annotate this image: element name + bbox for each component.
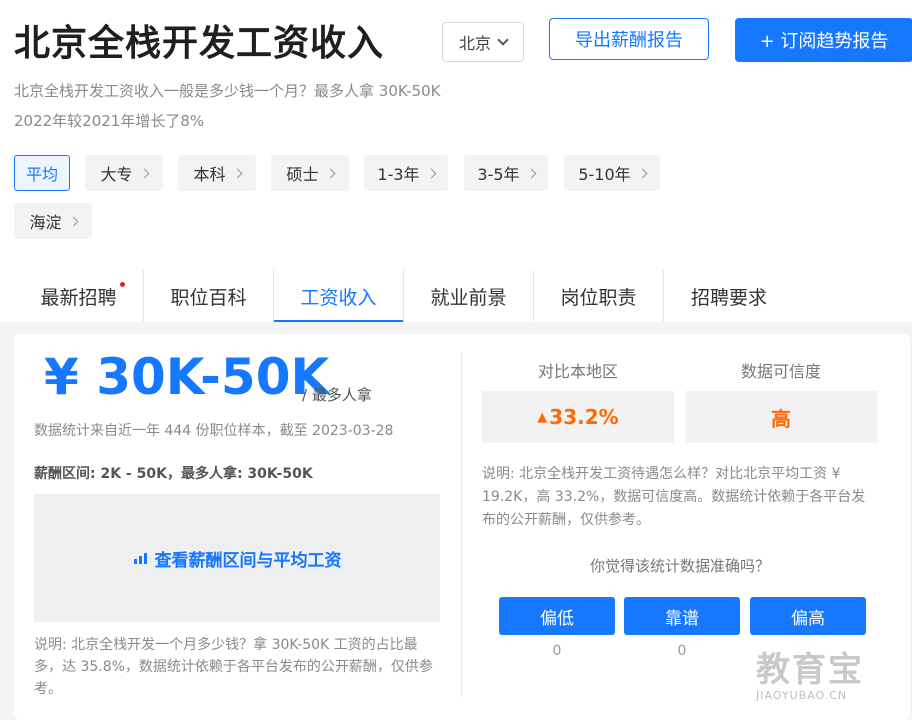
tab-bar: 最新招聘 职位百科 工资收入 就业前景 岗位职责 招聘要求 xyxy=(14,270,794,323)
chevron-right-icon xyxy=(232,168,242,178)
region-compare-value: ▲ 33.2% xyxy=(482,391,674,443)
filter-bachelor[interactable]: 本科 xyxy=(178,155,256,191)
filter-label: 大专 xyxy=(100,165,133,184)
subscribe-report-button[interactable]: + 订阅趋势报告 xyxy=(735,18,912,62)
salary-value: ¥ 30K-50K xyxy=(44,348,330,406)
tab-label: 最新招聘 xyxy=(40,286,117,309)
city-select[interactable]: 北京 xyxy=(442,22,524,62)
watermark-cn: 教育宝 xyxy=(756,650,864,690)
tab-label: 工资收入 xyxy=(300,286,377,309)
chevron-down-icon xyxy=(497,33,509,46)
vote-low-count: 0 xyxy=(552,643,562,659)
tab-duties[interactable]: 岗位职责 xyxy=(534,270,664,322)
chevron-right-icon xyxy=(526,168,537,178)
tab-label: 招聘要求 xyxy=(690,286,767,309)
filter-label: 本科 xyxy=(193,165,226,184)
page-title: 北京全栈开发工资收入 xyxy=(14,23,385,64)
filter-3-5-years[interactable]: 3-5年 xyxy=(464,155,548,191)
chevron-right-icon xyxy=(139,168,149,178)
view-salary-range-link[interactable]: 查看薪酬区间与平均工资 xyxy=(34,494,440,622)
accuracy-question: 你觉得该统计数据准确吗？ xyxy=(589,557,770,575)
tab-label: 职位百科 xyxy=(170,286,247,309)
filter-label: 1-3年 xyxy=(377,165,420,184)
page-header: 北京全栈开发工资收入 北京 导出薪酬报告 + 订阅趋势报告 北京全栈开发工资收入… xyxy=(0,0,912,323)
trust-value: 高 xyxy=(685,391,877,443)
arrow-up-icon: ▲ xyxy=(537,409,548,425)
chevron-right-icon xyxy=(637,168,648,178)
tab-requirements[interactable]: 招聘要求 xyxy=(664,270,794,322)
filter-label: 硕士 xyxy=(286,165,319,184)
watermark-en: JIAOYUBAO.CN xyxy=(756,689,848,702)
filter-1-3-years[interactable]: 1-3年 xyxy=(364,155,448,191)
filter-label: 5-10年 xyxy=(578,165,631,184)
filter-average[interactable]: 平均 xyxy=(14,155,70,191)
tab-job-wiki[interactable]: 职位百科 xyxy=(144,270,274,322)
city-select-label: 北京 xyxy=(458,34,491,53)
filter-5-10-years[interactable]: 5-10年 xyxy=(564,155,660,191)
tab-label: 就业前景 xyxy=(430,286,507,309)
region-compare-number: 33.2% xyxy=(549,405,619,429)
compare-note: 说明: 北京全栈开发工资待遇怎么样？对比北京平均工资 ¥ 19.2K，高 33.… xyxy=(482,466,866,528)
filter-label: 3-5年 xyxy=(477,165,520,184)
watermark: 教育宝 JIAOYUBAO.CN xyxy=(756,642,896,702)
salary-suffix: / 最多人拿 xyxy=(302,386,372,404)
salary-note: 说明: 北京全栈开发一个月多少钱？拿 30K-50K 工资的占比最多，达 35.… xyxy=(34,637,433,697)
tab-prospects[interactable]: 就业前景 xyxy=(404,270,534,322)
divider xyxy=(461,352,462,698)
tab-salary[interactable]: 工资收入 xyxy=(274,270,404,323)
bar-chart-icon xyxy=(133,553,147,564)
sample-stats: 数据统计来自近一年 444 份职位样本，截至 2023-03-28 xyxy=(34,423,394,439)
filter-label: 海淀 xyxy=(29,213,62,232)
filter-junior-college[interactable]: 大专 xyxy=(85,155,163,191)
tab-latest-jobs[interactable]: 最新招聘 xyxy=(14,270,144,322)
vote-reliable-button[interactable]: 靠谱 xyxy=(624,597,740,635)
export-report-button[interactable]: 导出薪酬报告 xyxy=(549,18,709,60)
subtitle: 北京全栈开发工资收入一般是多少钱一个月？最多人拿 30K-50K xyxy=(14,82,441,100)
chevron-right-icon xyxy=(426,168,437,178)
region-compare-label: 对比本地区 xyxy=(537,362,618,381)
filter-haidian[interactable]: 海淀 xyxy=(14,203,92,239)
vote-high-button[interactable]: 偏高 xyxy=(750,597,866,635)
growth-text: 2022年较2021年增长了8% xyxy=(14,112,205,130)
view-link-label: 查看薪酬区间与平均工资 xyxy=(154,550,342,571)
chevron-right-icon xyxy=(68,216,78,226)
tab-label: 岗位职责 xyxy=(560,286,637,309)
filter-label: 平均 xyxy=(25,165,58,184)
notification-dot xyxy=(120,282,125,287)
vote-low-button[interactable]: 偏低 xyxy=(499,597,615,635)
filter-master[interactable]: 硕士 xyxy=(271,155,349,191)
vote-reliable-count: 0 xyxy=(677,643,687,659)
salary-range: 薪酬区间: 2K - 50K，最多人拿: 30K-50K xyxy=(34,466,313,482)
chevron-right-icon xyxy=(325,168,335,178)
trust-label: 数据可信度 xyxy=(740,362,821,381)
